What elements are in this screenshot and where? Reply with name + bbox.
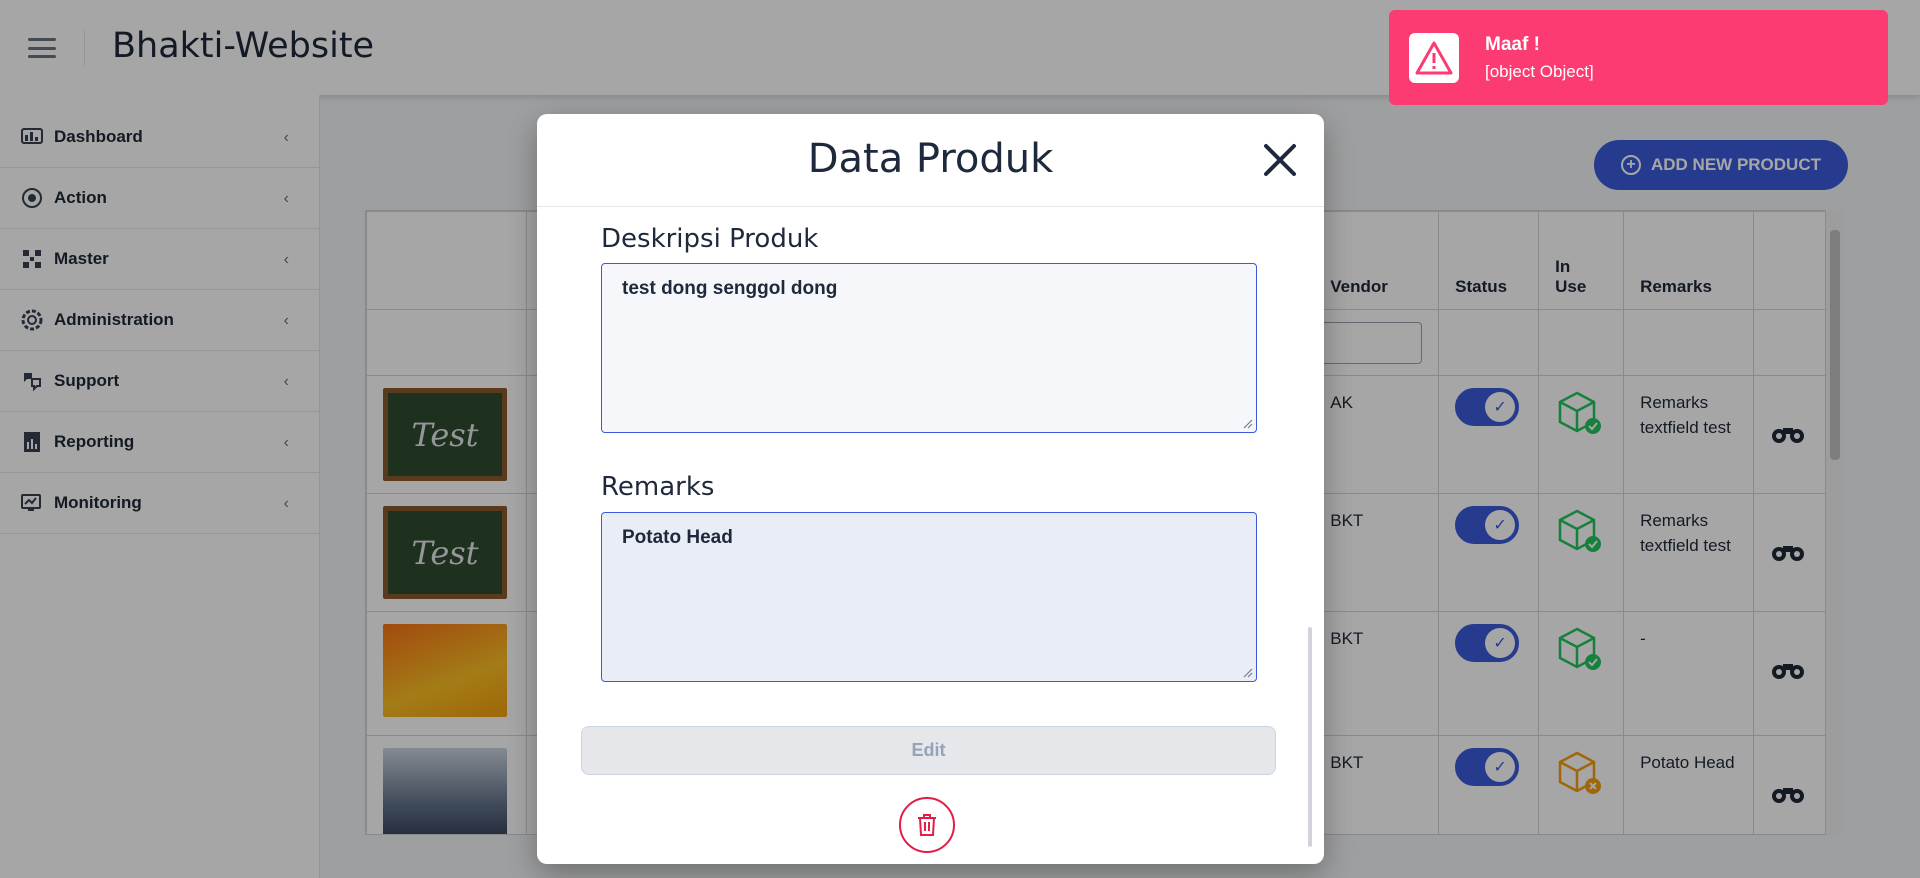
resize-grip-icon[interactable] xyxy=(1243,668,1253,678)
modal-scrollbar-thumb[interactable] xyxy=(1308,627,1312,847)
delete-button[interactable] xyxy=(899,797,955,853)
trash-icon xyxy=(918,814,936,836)
modal-title: Data Produk xyxy=(807,136,1054,182)
description-value: test dong senggol dong xyxy=(622,278,838,299)
description-label: Deskripsi Produk xyxy=(601,224,819,254)
description-textarea[interactable]: test dong senggol dong xyxy=(601,263,1257,433)
warning-icon xyxy=(1409,32,1459,83)
remarks-textarea[interactable]: Potato Head xyxy=(601,512,1257,682)
edit-button[interactable]: Edit xyxy=(581,726,1276,775)
data-produk-modal: Data Produk Deskripsi Produk test dong s… xyxy=(537,114,1324,864)
error-toast[interactable]: Maaf ! [object Object] xyxy=(1389,10,1888,105)
close-icon[interactable] xyxy=(1262,142,1298,178)
modal-divider xyxy=(537,206,1324,207)
toast-message: [object Object] xyxy=(1485,61,1594,81)
resize-grip-icon[interactable] xyxy=(1243,419,1253,429)
remarks-label: Remarks xyxy=(601,472,715,502)
modal-scrollbar[interactable] xyxy=(1306,207,1314,847)
remarks-value: Potato Head xyxy=(622,527,733,548)
toast-title: Maaf ! xyxy=(1485,33,1540,55)
